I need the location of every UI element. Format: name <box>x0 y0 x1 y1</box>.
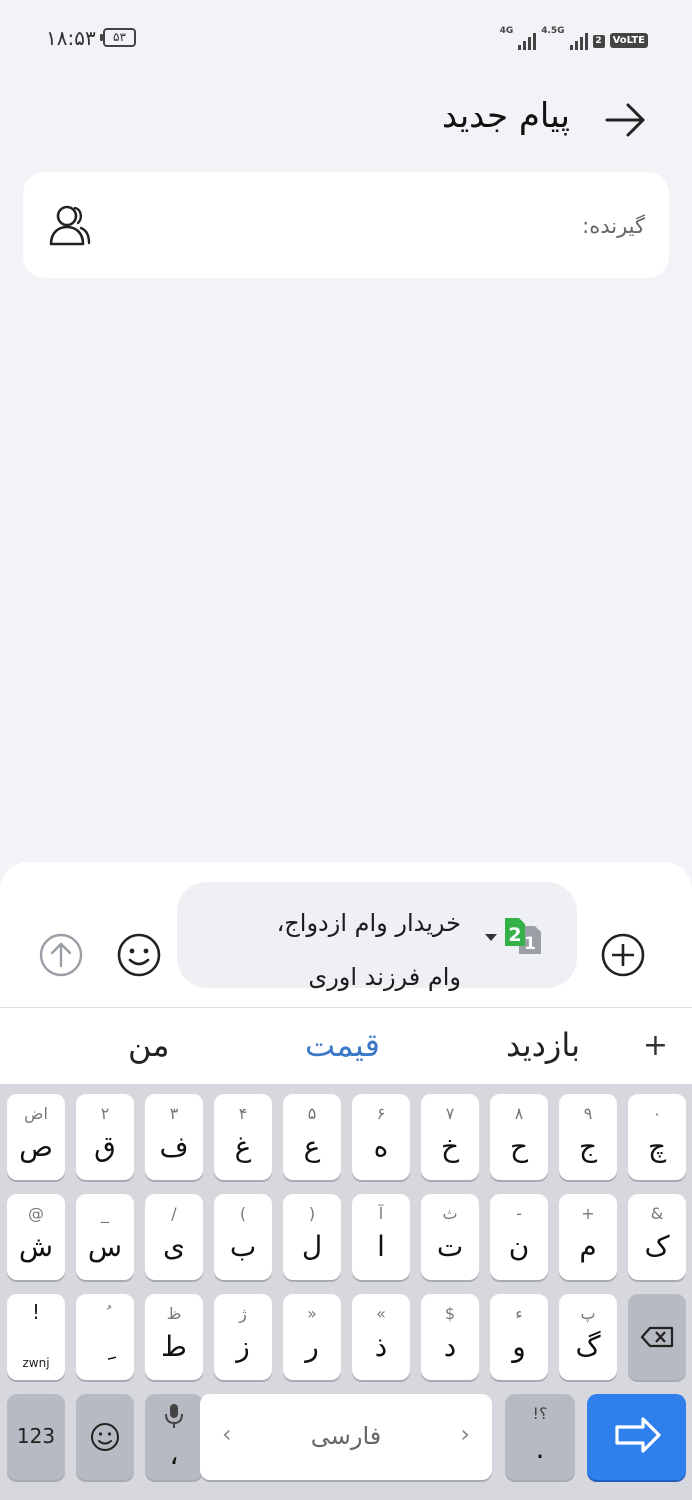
key[interactable]: اض ص <box>7 1094 65 1180</box>
zwnj-key[interactable]: ! zwnj <box>7 1294 65 1380</box>
suggestion-item[interactable]: بازدید <box>506 1026 580 1064</box>
key[interactable]: ) ل <box>283 1194 341 1280</box>
smiley-icon <box>91 1423 119 1451</box>
backspace-icon <box>640 1326 674 1348</box>
key[interactable]: «ذ <box>352 1294 410 1380</box>
key[interactable]: ژز <box>214 1294 272 1380</box>
key[interactable]: & ک <box>628 1194 686 1280</box>
zwnj-mark: ! <box>31 1300 41 1324</box>
suggestion-bar: + بازدید قیمت من <box>0 1008 692 1084</box>
numbers-key[interactable]: 123 <box>7 1394 65 1480</box>
keyboard: ۰چ ۹ج ۸ح ۷خ ۶ه ۵ع ۴غ ۳ف ۲ق اض ص & ک + م -ن … <box>0 1084 692 1500</box>
message-text[interactable]: خریدار وام ازدواج، وام فرزند اوری <box>221 896 461 1004</box>
volte-badge: VoLTE <box>609 33 648 48</box>
key[interactable]: $ د <box>421 1294 479 1380</box>
header: پیام جدید <box>0 90 692 160</box>
key[interactable]: _ س <box>76 1194 134 1280</box>
key[interactable]: ۳ف <box>145 1094 203 1180</box>
chevron-right-icon: › <box>460 1420 470 1448</box>
smiley-icon <box>117 933 161 977</box>
microphone-icon <box>165 1404 183 1428</box>
key[interactable]: ءو <box>490 1294 548 1380</box>
key[interactable]: / ی <box>145 1194 203 1280</box>
comma-key[interactable]: ، <box>145 1394 203 1480</box>
plus-circle-icon <box>601 933 645 977</box>
message-line: وام فرزند اوری <box>308 963 461 991</box>
key[interactable]: ثت <box>421 1194 479 1280</box>
attach-button[interactable] <box>600 932 646 978</box>
sim-number-front: 2 <box>508 924 521 946</box>
key[interactable]: ۰چ <box>628 1094 686 1180</box>
key[interactable]: (ب <box>214 1194 272 1280</box>
enter-key[interactable] <box>587 1394 686 1480</box>
key[interactable]: ۵ع <box>283 1094 341 1180</box>
backspace-key[interactable] <box>628 1294 686 1380</box>
space-key[interactable]: ‹ فارسی › <box>200 1394 492 1480</box>
key[interactable]: ۷خ <box>421 1094 479 1180</box>
period-key[interactable]: !؟ . <box>505 1394 575 1480</box>
key[interactable]: ۲ق <box>76 1094 134 1180</box>
compose-panel: خریدار وام ازدواج، وام فرزند اوری 1 2 <box>0 862 692 1008</box>
emoji-key[interactable] <box>76 1394 134 1480</box>
sim-number-back: 1 <box>524 934 536 954</box>
key[interactable]: -ن <box>490 1194 548 1280</box>
enter-arrow-icon <box>615 1417 661 1453</box>
key[interactable]: » ر <box>283 1294 341 1380</box>
contacts-icon <box>49 205 91 246</box>
sim-badge: 2 <box>592 35 605 48</box>
signal2-icon <box>569 30 588 50</box>
key[interactable]: + م <box>559 1194 617 1280</box>
page-title: پیام جدید <box>441 96 570 136</box>
sim-card-icon: 1 2 <box>485 918 541 954</box>
arrow-right-icon <box>605 103 645 137</box>
key[interactable]: ۴غ <box>214 1094 272 1180</box>
contacts-button[interactable] <box>47 202 93 248</box>
suggestion-item[interactable]: من <box>128 1026 170 1064</box>
sim-selector[interactable]: 1 2 <box>481 916 547 956</box>
signal2-label: 4.5G <box>541 26 565 36</box>
back-button[interactable] <box>604 100 648 140</box>
key[interactable]: پگ <box>559 1294 617 1380</box>
status-indicators: 4G 4.5G 2 VoLTE <box>500 26 648 50</box>
key[interactable]: ُِ <box>76 1294 134 1380</box>
signal1-label: 4G <box>499 26 514 36</box>
message-input[interactable]: خریدار وام ازدواج، وام فرزند اوری 1 2 <box>177 882 577 991</box>
status-time: ۱۸:۵۳ <box>46 26 96 50</box>
recipient-label: گیرنده: <box>582 214 645 238</box>
suggestion-item[interactable]: قیمت <box>305 1026 380 1064</box>
send-arrow-icon <box>39 933 83 977</box>
key[interactable]: آا <box>352 1194 410 1280</box>
message-line: خریدار وام ازدواج، <box>276 909 461 937</box>
recipient-field[interactable]: گیرنده: <box>23 172 669 278</box>
send-button[interactable] <box>38 932 84 978</box>
key[interactable]: ۸ح <box>490 1094 548 1180</box>
status-bar: ۱۸:۵۳ ۵۳ 4G 4.5G 2 VoLTE <box>0 0 692 70</box>
battery-icon: ۵۳ <box>100 28 136 47</box>
key[interactable]: ۹ج <box>559 1094 617 1180</box>
suggestion-add-button[interactable]: + <box>643 1028 668 1063</box>
key[interactable]: ۶ه <box>352 1094 410 1180</box>
key[interactable]: ظط <box>145 1294 203 1380</box>
key[interactable]: @ ش <box>7 1194 65 1280</box>
emoji-button[interactable] <box>116 932 162 978</box>
signal1-icon <box>518 30 537 50</box>
